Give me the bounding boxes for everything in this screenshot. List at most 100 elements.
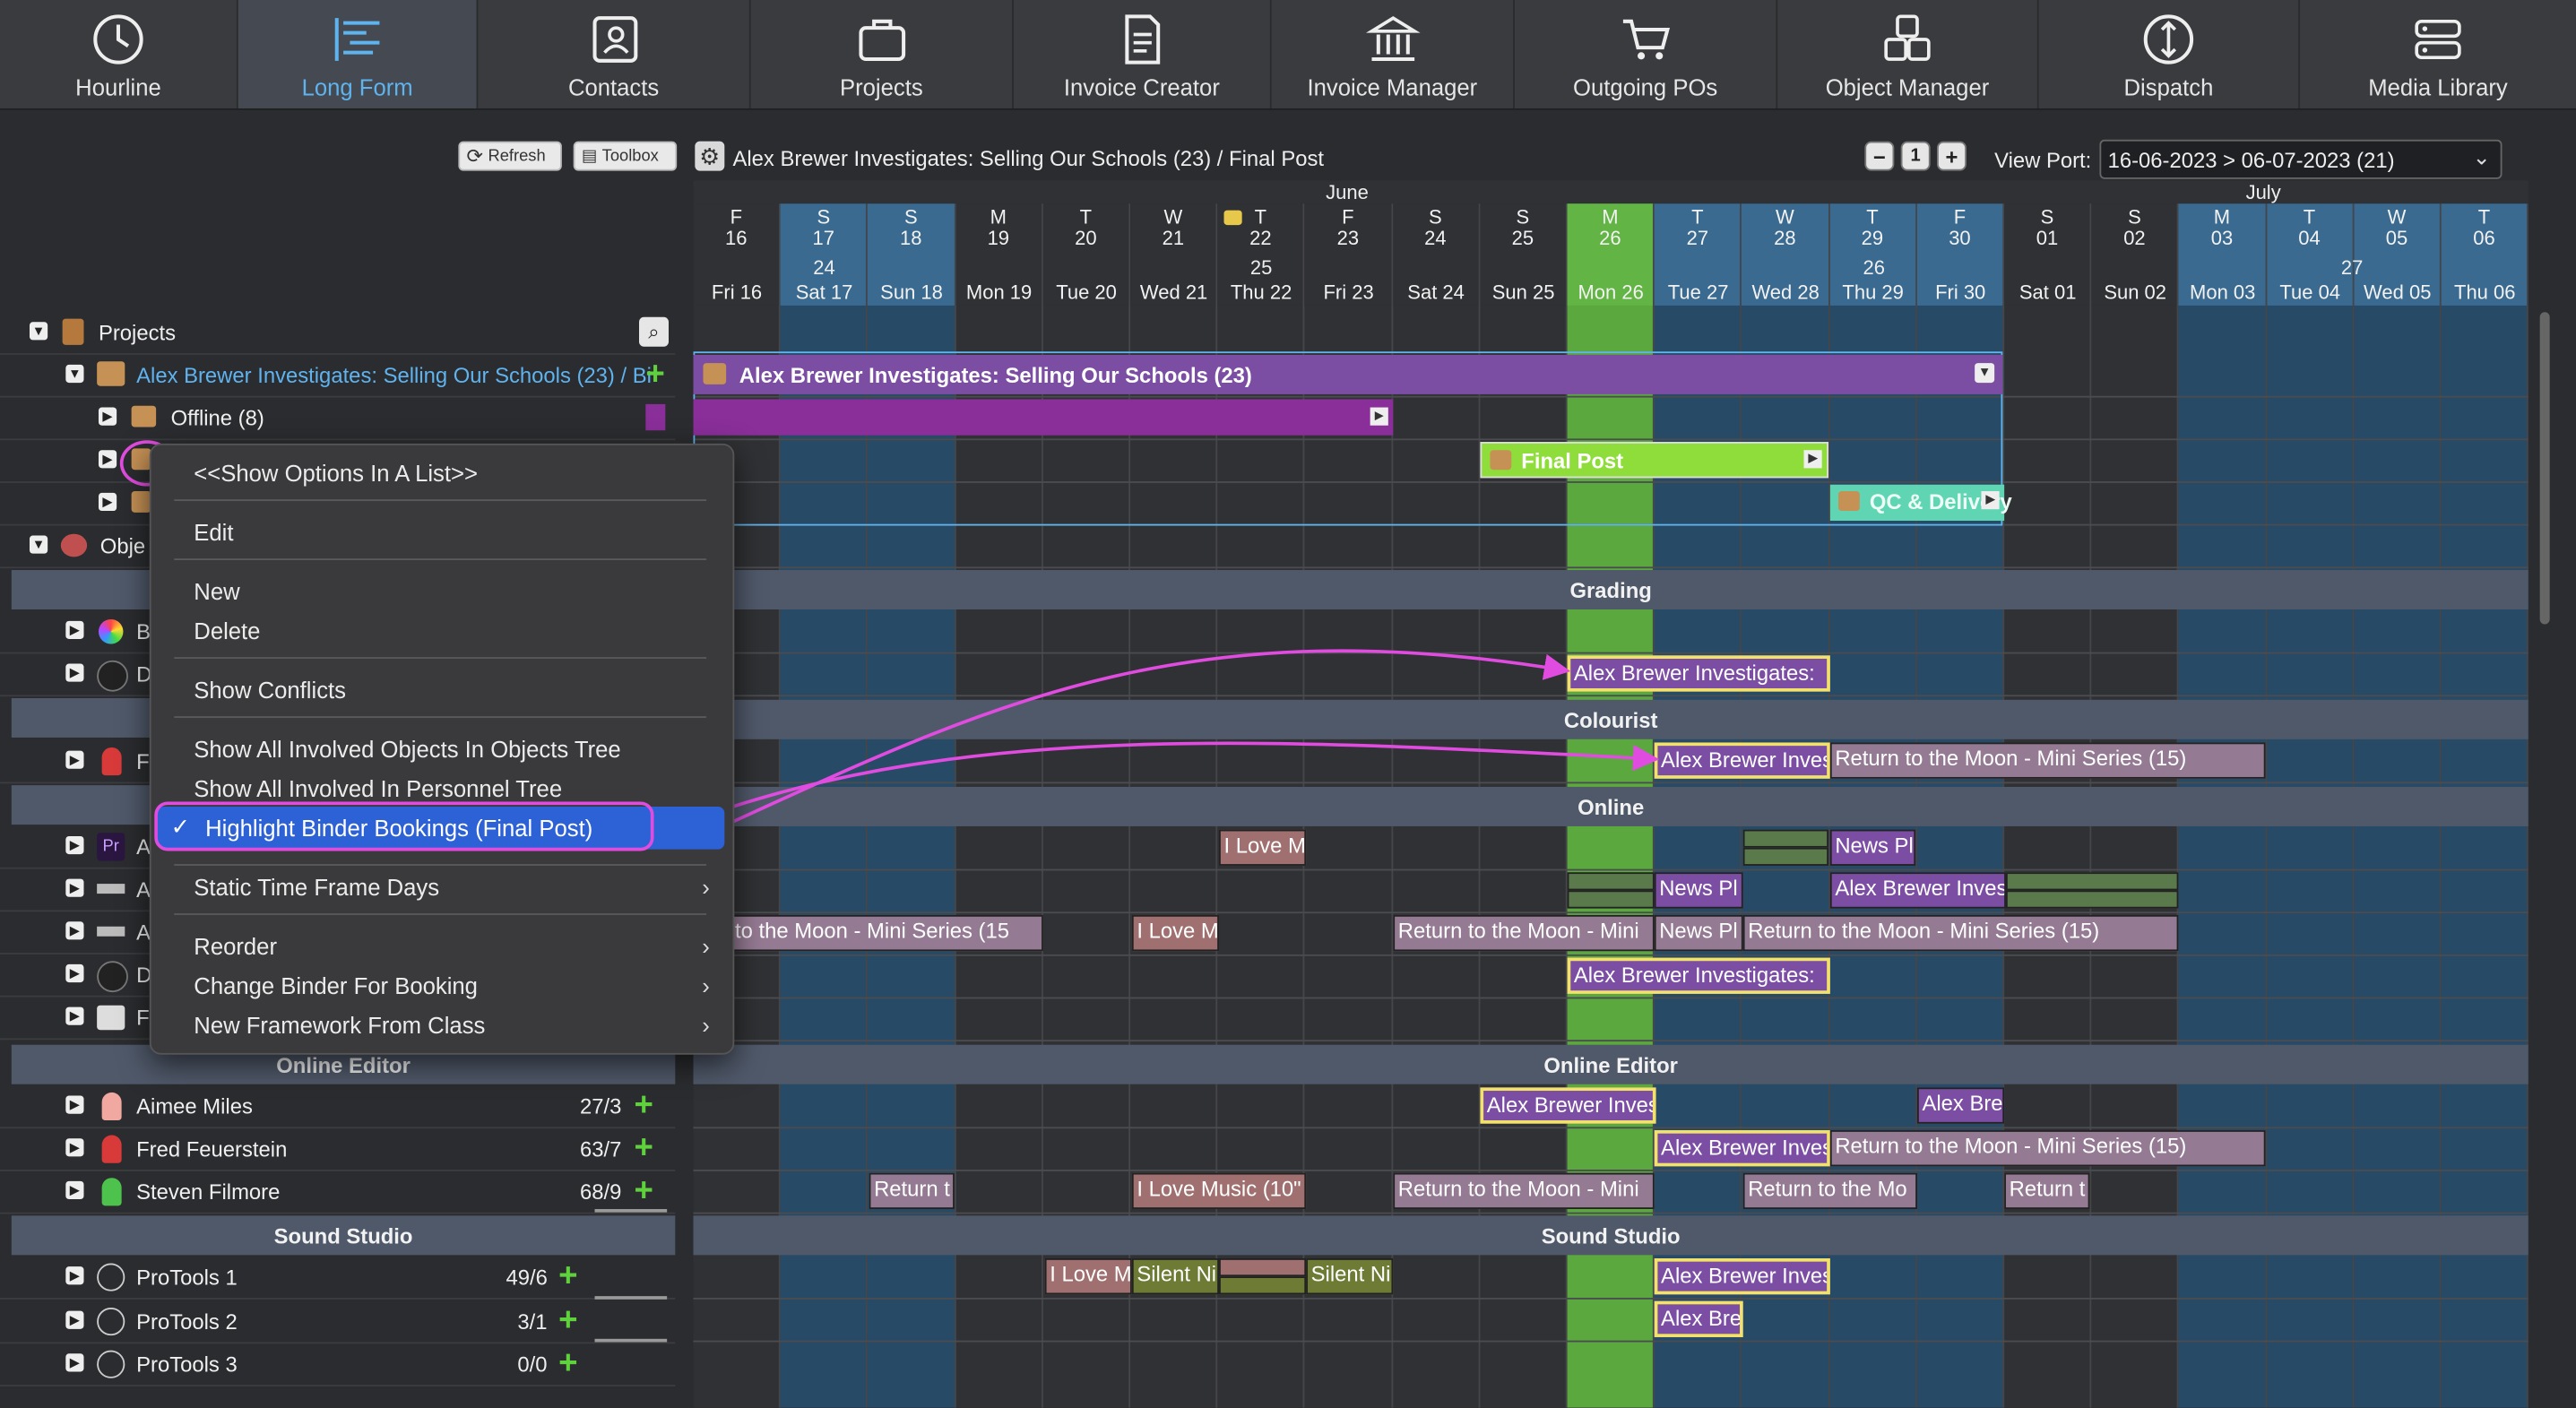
booking[interactable]: Alex Brewer Inves bbox=[1480, 1087, 1656, 1124]
booking[interactable]: Alex Brewer Inves bbox=[1654, 1130, 1830, 1167]
expand-icon[interactable]: ▶ bbox=[98, 450, 117, 469]
booking[interactable]: Silent Ni bbox=[1306, 1258, 1394, 1295]
nav-long-form[interactable]: Long Form bbox=[238, 0, 479, 108]
collapse-icon[interactable]: ▼ bbox=[65, 364, 84, 384]
zoom-reset-button[interactable]: 1 bbox=[1900, 141, 1931, 171]
booking[interactable]: Return to the Moon - Mini bbox=[1393, 914, 1655, 952]
dropdown-icon[interactable]: ▼ bbox=[1975, 363, 1995, 384]
menu-item-new[interactable]: New bbox=[194, 578, 239, 604]
booking[interactable] bbox=[1219, 1258, 1307, 1277]
tree-row-offline[interactable]: ▶ Offline (8) bbox=[0, 398, 676, 441]
booking[interactable]: Return to the Moon - Mini Series (15) bbox=[1829, 1130, 2266, 1167]
add-booking-button[interactable]: + bbox=[558, 1302, 577, 1340]
expand-icon[interactable]: ▶ bbox=[65, 1180, 84, 1200]
expand-icon[interactable]: ▶ bbox=[65, 921, 84, 940]
booking[interactable]: Alex Bre bbox=[1654, 1300, 1743, 1337]
nav-invoice-creator[interactable]: Invoice Creator bbox=[1014, 0, 1272, 108]
booking[interactable] bbox=[2005, 890, 2179, 909]
menu-item-reorder[interactable]: Reorder bbox=[194, 933, 277, 959]
booking[interactable] bbox=[2005, 872, 2179, 891]
final-post-bar[interactable]: Final Post ▶ bbox=[1480, 442, 1829, 479]
nav-outgoing-pos[interactable]: Outgoing POs bbox=[1515, 0, 1778, 108]
booking[interactable]: Alex Brewer Inves bbox=[1829, 872, 2006, 909]
tree-row-studio[interactable]: ▶ ProTools 3 0/0 + bbox=[0, 1343, 676, 1386]
expand-icon[interactable]: ▶ bbox=[65, 963, 84, 983]
toolbox-button[interactable]: ▤ Toolbox bbox=[573, 141, 678, 171]
menu-item-edit[interactable]: Edit bbox=[194, 519, 233, 545]
play-icon[interactable]: ▶ bbox=[1370, 407, 1388, 426]
expand-icon[interactable]: ▶ bbox=[65, 663, 84, 682]
tree-row-editor[interactable]: ▶ Fred Feuerstein 63/7 + bbox=[0, 1128, 676, 1171]
add-booking-button[interactable]: + bbox=[634, 1173, 653, 1211]
booking[interactable]: I Love M bbox=[1044, 1258, 1132, 1295]
scrollbar-thumb[interactable] bbox=[2539, 312, 2550, 625]
expand-icon[interactable]: ▶ bbox=[65, 1095, 84, 1114]
booking[interactable] bbox=[1567, 872, 1655, 891]
booking[interactable]: Return to the Mo bbox=[1742, 1172, 1917, 1210]
expand-icon[interactable]: ▶ bbox=[65, 750, 84, 769]
offline-bar[interactable]: ▶ bbox=[693, 399, 1394, 436]
expand-icon[interactable]: ▶ bbox=[98, 492, 117, 512]
booking[interactable]: I Love Music (10" bbox=[1131, 1172, 1307, 1210]
gear-icon[interactable]: ⚙ bbox=[695, 141, 725, 171]
expand-icon[interactable]: ▶ bbox=[65, 1310, 84, 1329]
expand-icon[interactable]: ▶ bbox=[65, 835, 84, 855]
booking[interactable] bbox=[1742, 829, 1829, 848]
booking[interactable]: Return t bbox=[869, 1172, 955, 1210]
booking[interactable]: urn to the Moon - Mini Series (15 bbox=[693, 914, 1043, 952]
collapse-icon[interactable]: ▼ bbox=[29, 535, 48, 554]
nav-contacts[interactable]: Contacts bbox=[478, 0, 751, 108]
add-booking-button[interactable]: + bbox=[558, 1258, 577, 1296]
play-icon[interactable]: ▶ bbox=[1981, 491, 2000, 510]
vertical-scrollbar[interactable] bbox=[2535, 312, 2554, 1396]
booking[interactable]: Return to the Moon - Mini Series (15) bbox=[1829, 742, 2266, 779]
booking[interactable] bbox=[1567, 890, 1655, 909]
booking[interactable]: News Pl bbox=[1654, 872, 1743, 909]
menu-item-highlight-binder-bookings[interactable]: ✓ Highlight Binder Bookings (Final Post) bbox=[154, 801, 725, 851]
collapse-icon[interactable]: ▼ bbox=[29, 322, 48, 341]
qc-bar[interactable]: QC & Delivery ▶ bbox=[1829, 484, 2012, 522]
menu-item-show-options-list[interactable]: <<Show Options In A List>> bbox=[194, 460, 478, 486]
booking[interactable]: Return t bbox=[2004, 1172, 2090, 1210]
play-icon[interactable]: ▶ bbox=[1803, 450, 1822, 469]
expand-icon[interactable]: ▶ bbox=[65, 1266, 84, 1285]
expand-icon[interactable]: ▶ bbox=[65, 1006, 84, 1025]
expand-icon[interactable]: ▶ bbox=[98, 407, 117, 426]
booking[interactable]: Alex Bre bbox=[1916, 1087, 2005, 1124]
booking[interactable]: Return to the Moon - Mini Series (15) bbox=[1742, 914, 2179, 952]
add-booking-button[interactable]: + bbox=[634, 1087, 653, 1125]
booking[interactable]: News Pl bbox=[1654, 914, 1743, 952]
booking[interactable]: Alex Brewer Investigates: bbox=[1567, 957, 1830, 994]
booking[interactable] bbox=[1219, 1276, 1307, 1295]
booking[interactable] bbox=[1742, 847, 1829, 866]
project-bar[interactable]: Alex Brewer Investigates: Selling Our Sc… bbox=[693, 354, 2003, 394]
add-booking-button[interactable]: + bbox=[558, 1345, 577, 1383]
nav-invoice-manager[interactable]: Invoice Manager bbox=[1272, 0, 1515, 108]
menu-item-static-time-frame[interactable]: Static Time Frame Days bbox=[194, 874, 439, 900]
nav-media-library[interactable]: Media Library bbox=[2300, 0, 2576, 108]
booking[interactable]: Silent Ni bbox=[1131, 1258, 1220, 1295]
booking[interactable]: I Love M bbox=[1219, 829, 1307, 866]
menu-item-show-objects-tree[interactable]: Show All Involved Objects In Objects Tre… bbox=[194, 736, 620, 762]
booking[interactable]: Alex Brewer Inves bbox=[1654, 1258, 1830, 1295]
tree-row-projects[interactable]: ▼ Projects ⌕ bbox=[0, 312, 676, 355]
menu-item-change-binder[interactable]: Change Binder For Booking bbox=[194, 972, 478, 998]
booking[interactable]: I Love M bbox=[1131, 914, 1220, 952]
booking[interactable]: Alex Brewer Investigates: bbox=[1567, 655, 1830, 692]
nav-projects[interactable]: Projects bbox=[751, 0, 1014, 108]
tree-row-project[interactable]: ▼ Alex Brewer Investigates: Selling Our … bbox=[0, 355, 676, 398]
nav-object-manager[interactable]: Object Manager bbox=[1777, 0, 2039, 108]
tree-row-editor[interactable]: ▶ Steven Filmore 68/9 + bbox=[0, 1171, 676, 1214]
tree-row-studio[interactable]: ▶ ProTools 1 49/6 + bbox=[0, 1257, 676, 1300]
viewport-select[interactable]: 16-06-2023 > 06-07-2023 (21) ⌄ bbox=[2099, 139, 2503, 179]
expand-icon[interactable]: ▶ bbox=[65, 620, 84, 639]
note-icon[interactable] bbox=[1223, 210, 1242, 226]
nav-dispatch[interactable]: Dispatch bbox=[2039, 0, 2301, 108]
refresh-button[interactable]: ⟳ Refresh bbox=[458, 141, 562, 171]
expand-icon[interactable]: ▶ bbox=[65, 878, 84, 897]
menu-item-show-conflicts[interactable]: Show Conflicts bbox=[194, 677, 346, 703]
tree-row-editor[interactable]: ▶ Aimee Miles 27/3 + bbox=[0, 1086, 676, 1129]
search-icon[interactable]: ⌕ bbox=[638, 316, 669, 347]
menu-item-delete[interactable]: Delete bbox=[194, 618, 260, 644]
menu-item-show-personnel-tree[interactable]: Show All Involved In Personnel Tree bbox=[194, 775, 562, 801]
